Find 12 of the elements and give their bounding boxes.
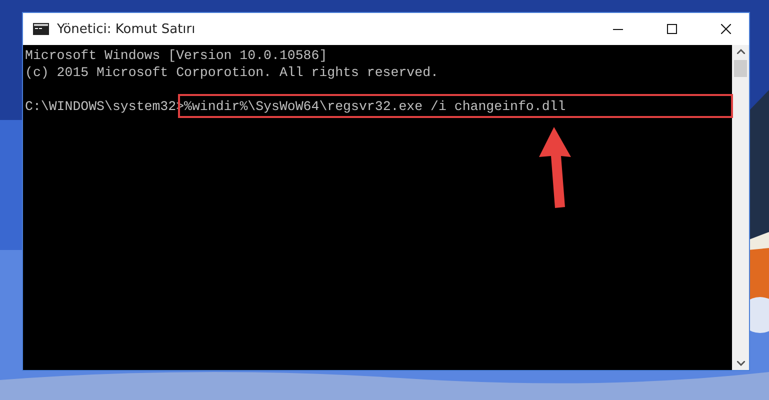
close-icon — [721, 24, 731, 34]
chevron-up-icon — [736, 49, 744, 54]
console-line: (c) 2015 Microsoft Corporotion. All rights reserved. — [25, 64, 438, 81]
window-title: Yönetici: Komut Satırı — [57, 22, 196, 36]
command-text: %windir%\SysWoW64\regsvr32.exe /i changeinfo.dll — [184, 98, 566, 115]
maximize-icon — [667, 24, 677, 34]
scrollbar[interactable] — [732, 45, 749, 370]
chevron-down-icon — [736, 361, 744, 366]
console-line: Microsoft Windows [Version 10.0.10586] — [25, 47, 328, 64]
terminal-icon — [33, 23, 49, 35]
scroll-thumb[interactable] — [734, 60, 747, 77]
minimize-icon — [613, 28, 623, 30]
